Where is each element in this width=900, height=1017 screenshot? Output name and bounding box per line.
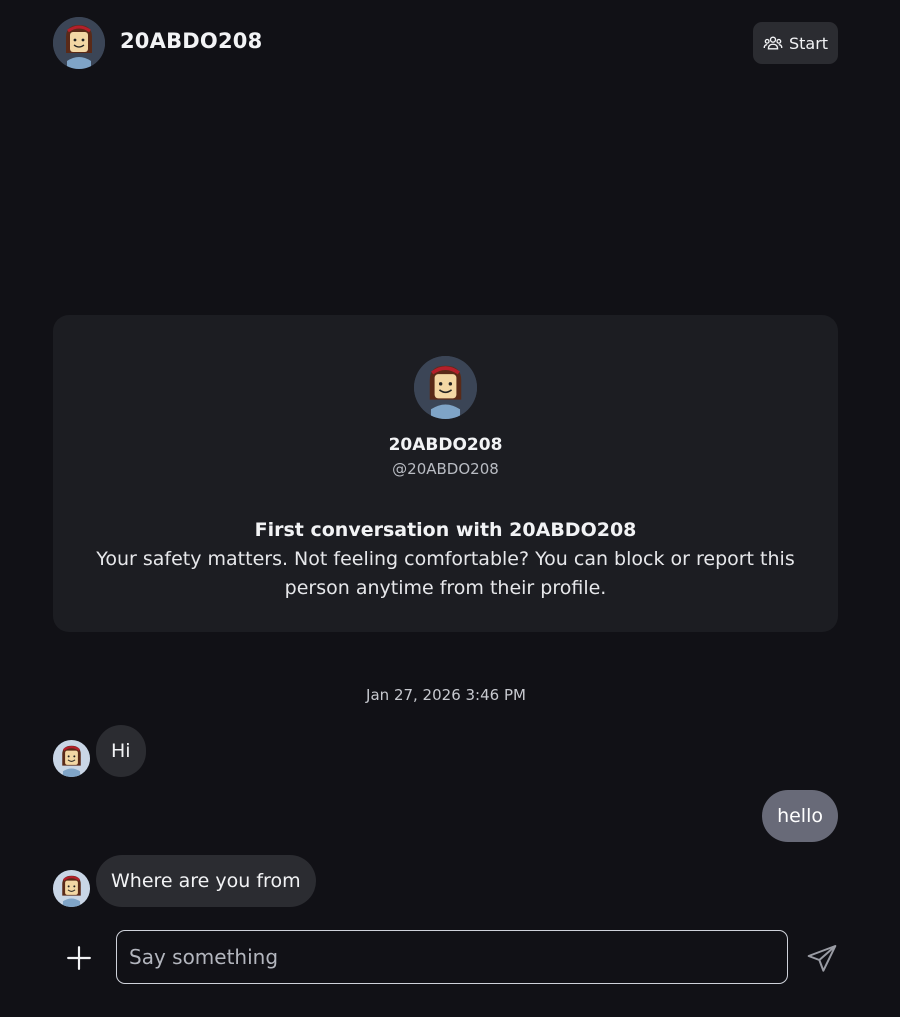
intro-title: First conversation with 20ABDO208 <box>254 519 637 541</box>
intro-display-name: 20ABDO208 <box>388 435 503 455</box>
start-button-label: Start <box>788 33 829 53</box>
chat-window: 20ABDO208 Start 20ABDO208 @20ABDO208 Fir… <box>0 0 900 1017</box>
message-bubble-outgoing[interactable]: hello <box>762 790 838 842</box>
message-bubble-incoming[interactable]: Where are you from <box>96 855 316 907</box>
avatar-image <box>53 17 105 69</box>
chat-partner-name: 20ABDO208 <box>120 29 263 53</box>
message-avatar[interactable] <box>53 870 90 907</box>
safety-message: Your safety matters. Not feeling comfort… <box>96 548 795 599</box>
add-attachment-button[interactable] <box>64 943 94 973</box>
people-group-icon <box>763 36 783 50</box>
avatar[interactable] <box>53 17 105 69</box>
message-bubble-incoming[interactable]: Hi <box>96 725 146 777</box>
avatar-image <box>414 356 477 419</box>
message-timestamp: Jan 27, 2026 3:46 PM <box>366 686 526 704</box>
conversation-intro-card: 20ABDO208 @20ABDO208 First conversation … <box>53 315 838 632</box>
send-button[interactable] <box>806 942 838 974</box>
intro-username: @20ABDO208 <box>392 460 499 478</box>
start-button[interactable]: Start <box>753 22 838 64</box>
message-avatar[interactable] <box>53 740 90 777</box>
chat-header: 20ABDO208 Start <box>0 0 900 86</box>
send-icon <box>807 945 837 972</box>
intro-avatar[interactable] <box>414 356 477 419</box>
avatar-image <box>53 870 90 907</box>
avatar-image <box>53 740 90 777</box>
message-input[interactable] <box>116 930 788 984</box>
plus-icon <box>67 946 91 970</box>
